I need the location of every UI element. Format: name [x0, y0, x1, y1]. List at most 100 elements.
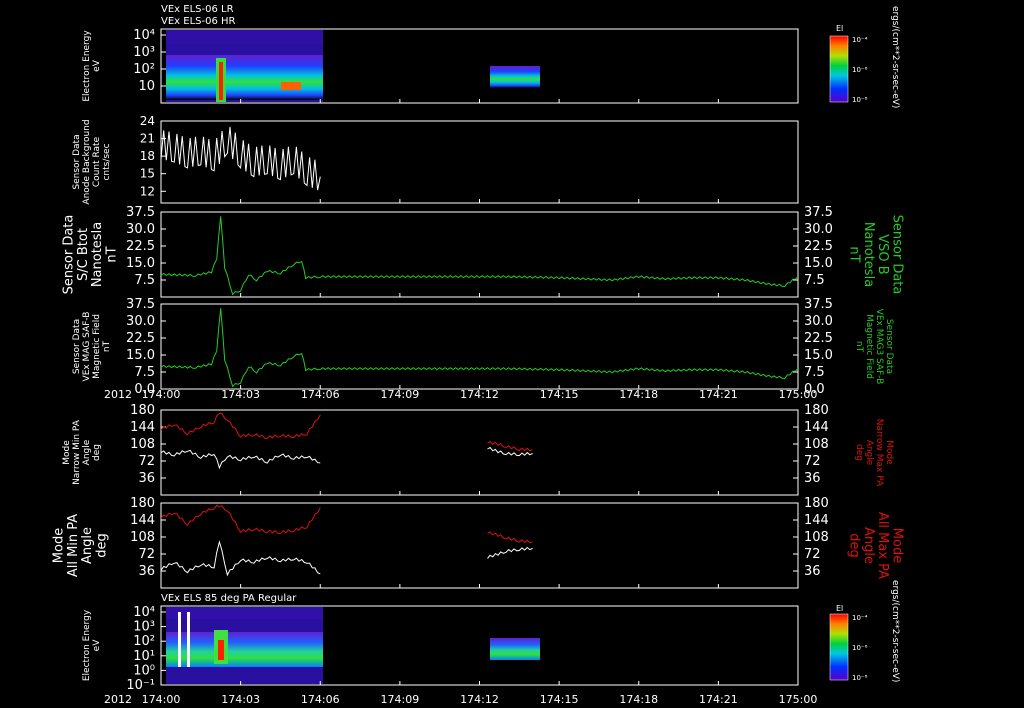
xticks-bottom-label-3: 174:06 [301, 693, 340, 706]
colorbar-1-unit: ergs/(cm**2-sr-sec-eV) [890, 6, 900, 108]
colorbar-2-label: El [836, 604, 843, 613]
panel-6-ylabel-line-4: deg [94, 533, 109, 558]
panel-2-ylabel-line-2: Anode Background [82, 119, 92, 204]
xticks-bottom-label-2: 174:03 [221, 693, 260, 706]
panel-4-ylabel-line-4: nT [102, 340, 112, 352]
panel-3-ylabel-right-line-1: Sensor Data [889, 215, 904, 295]
panel-2-ylabel-line-3: Count Rate [92, 136, 102, 187]
panel-4-ylabel-line-3: Magnetic Field [92, 314, 102, 379]
panel-2-frame [160, 120, 799, 204]
xticks-bottom-label-9: 175:00 [779, 693, 818, 706]
panel-4-ytick-right-6: 0.0 [804, 382, 825, 397]
panel-3-ytick-right-1: 37.5 [804, 205, 833, 220]
spectrogram-7-burst-core [218, 640, 224, 660]
panel-1-ytick-2: 10³ [133, 45, 155, 60]
xticks-mid-label-8: 174:21 [699, 388, 738, 401]
x-axis-mid: 174:00 174:03 174:06 174:09 174:12 174:15 174:… [142, 388, 818, 401]
panel-6-ytick-4: 72 [138, 547, 155, 562]
panel-6-ylabel-line-2: All Min PA [66, 514, 81, 577]
panel-3-ylabel-line-2: S/C Btot [76, 228, 91, 281]
panel-4-ytick-4: 15.0 [126, 348, 155, 363]
panel-6-ylabel: ModeAll Min PAAngledeg [52, 514, 110, 577]
xticks-mid-label-6: 174:15 [540, 388, 579, 401]
panel-4-ytick-right-5: 7.5 [804, 365, 825, 380]
xticks-bottom-label-8: 174:21 [699, 693, 738, 706]
panel-5-ytick-right-4: 72 [804, 454, 821, 469]
panel-7-ylabel-line-2: eV [92, 639, 102, 652]
panel-4-ylabel-right-line-1: Sensor Data [884, 319, 894, 374]
panel-4-ylabel-line-2: VEx MAG SAF-B [82, 312, 92, 382]
multi-panel-plot: VEx ELS-06 LR VEx ELS-06 HR VEx ELS 85 d… [52, 4, 905, 706]
xticks-bottom-label-1: 174:00 [142, 693, 181, 706]
spectrogram-7-gap-2 [187, 612, 190, 667]
panel-4-ylabel: Sensor DataVEx MAG SAF-BMagnetic FieldnT [72, 312, 112, 382]
colorbar-1-label: El [836, 24, 843, 33]
spectrogram-7-gap-1 [178, 612, 181, 667]
panel-3-series-1-segment-1 [160, 216, 799, 296]
spectrogram-1-hotspot [281, 82, 301, 90]
panel-6-ylabel-right-line-3: Angle [861, 527, 876, 564]
panel-3-ytick-4: 15.0 [126, 256, 155, 271]
spectrogram-1-band [166, 55, 323, 100]
panel-6-ylabel-right: ModeAll Max PAAngledeg [847, 512, 905, 579]
panel-5-ylabel-line-2: Narrow Min PA [72, 419, 82, 485]
panel-5-ytick-right-2: 144 [804, 420, 829, 435]
panel-4-ytick-right-2: 30.0 [804, 314, 833, 329]
panel-5-ylabel-right-line-1: Mode [884, 440, 894, 465]
panel-3-ytick-1: 37.5 [126, 205, 155, 220]
panel-5-ytick-5: 36 [138, 471, 155, 486]
panel-5-ytick-4: 72 [138, 454, 155, 469]
panel-3-frame [160, 211, 799, 298]
panel-3-ytick-5: 7.5 [134, 273, 155, 288]
panel-3-ytick-right-5: 7.5 [804, 273, 825, 288]
panel-3-ylabel-right-line-2: VSO B [875, 234, 890, 274]
panel-2-ytick-4: 15 [140, 167, 155, 181]
panel-2: 24 21 18 15 12 Sensor DataAnode BackgroundCou… [72, 114, 799, 205]
panel-7-ylabel: Electron EnergyeV [82, 609, 102, 681]
xticks-bottom-label-6: 174:15 [540, 693, 579, 706]
panel-4-ytick-right-3: 22.5 [804, 331, 833, 346]
title-top-1: VEx ELS-06 LR [161, 4, 234, 15]
xticks-mid-label-2: 174:03 [221, 388, 260, 401]
panel-4-ylabel-right-line-4: nT [854, 341, 864, 353]
year-label-bottom: 2012 [104, 693, 132, 706]
panel-5-ytick-1: 180 [130, 403, 155, 418]
panel-6-frame [160, 502, 799, 589]
panel-4-series-1-segment-1 [160, 308, 799, 388]
panel-5-series-2-segment-2 [487, 446, 533, 457]
xticks-bottom-label-7: 174:18 [619, 693, 658, 706]
panel-6-ytick-right-5: 36 [804, 564, 821, 579]
title-top-2: VEx ELS-06 HR [161, 16, 236, 27]
panel-6-series-1-segment-1 [160, 504, 321, 535]
panel-4-ytick-1: 37.5 [126, 297, 155, 312]
x-axis-bottom: 174:00 174:03 174:06 174:09 174:12 174:15 174:… [142, 693, 818, 706]
panel-4-ylabel-line-1: Sensor Data [72, 319, 82, 374]
panel-5: 180 180144 144108 10872 7236 36ModeNarrow Min… [62, 403, 894, 495]
panel-5-ytick-2: 144 [130, 420, 155, 435]
spectrogram-1-top-noise [166, 30, 323, 44]
panel-2-ytick-1: 24 [140, 114, 155, 128]
panel-5-ylabel-right-line-3: Angle [864, 440, 874, 466]
panel-3-ylabel-line-3: Nanotesla [90, 222, 105, 287]
panel-5-ylabel: ModeNarrow Min PAAngledeg [62, 419, 102, 485]
panel-7-ytick-2: 10³ [133, 620, 155, 635]
panel-4-ytick-6: 0.0 [134, 382, 155, 397]
panel-7-ylabel-line-1: Electron Energy [82, 609, 92, 681]
panel-6-series-2-segment-2 [487, 546, 533, 559]
panel-5-ytick-3: 108 [130, 437, 155, 452]
panel-3-ylabel-line-4: nT [104, 246, 119, 262]
panel-2-ylabel: Sensor DataAnode BackgroundCount Ratecnt… [72, 119, 112, 204]
panel-3-ytick-right-3: 22.5 [804, 239, 833, 254]
panel-4-ylabel-right-line-2: VEx MAG3 SAF-B [874, 309, 884, 385]
panel-7-ytick-1: 10⁴ [133, 605, 155, 620]
panel-4-ylabel-right: Sensor DataVEx MAG3 SAF-BMagnetic Fieldn… [854, 309, 894, 385]
panel-6-ylabel-line-1: Mode [52, 528, 67, 563]
panel-5-ytick-right-5: 36 [804, 471, 821, 486]
panel-3-ytick-2: 30.0 [126, 222, 155, 237]
panel-5-series-1-segment-1 [160, 413, 321, 440]
panel-5-ylabel-line-4: deg [92, 444, 102, 461]
colorbar-1-gradient [829, 35, 849, 103]
colorbar-2-tick-2: 10⁻⁶ [852, 644, 868, 652]
colorbar-1-tick-2: 10⁻⁶ [852, 66, 868, 74]
panel-1-ylabel-line-1: Electron Energy [82, 30, 92, 102]
